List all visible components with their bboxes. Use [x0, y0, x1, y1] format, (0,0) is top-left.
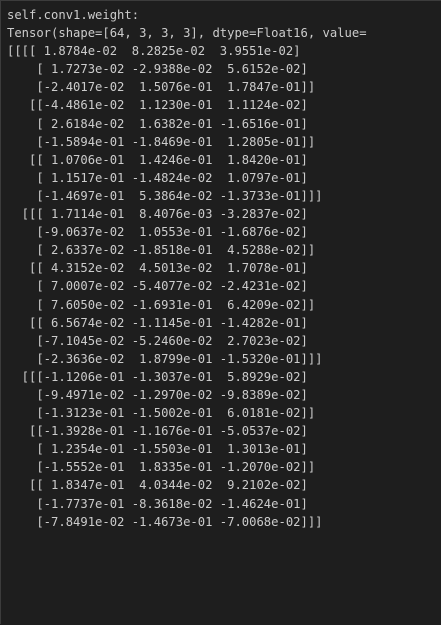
output-line: [ 7.6050e-02 -1.6931e-01 6.4209e-02]] [7, 297, 316, 312]
output-line: Tensor(shape=[64, 3, 3, 3], dtype=Float1… [7, 26, 367, 41]
output-line: [ 1.1517e-01 -1.4824e-02 1.0797e-01] [7, 170, 308, 185]
output-line: [[[-1.1206e-01 -1.3037e-01 5.8929e-02] [7, 369, 308, 384]
output-line: [ 1.7273e-02 -2.9388e-02 5.6152e-02] [7, 62, 308, 77]
output-line: [[[ 1.7114e-01 8.4076e-03 -3.2837e-02] [7, 207, 308, 222]
output-line: [[-4.4861e-02 1.1230e-01 1.1124e-02] [7, 98, 308, 113]
terminal-output[interactable]: self.conv1.weight: Tensor(shape=[64, 3, … [1, 1, 441, 625]
output-line: [-2.4017e-02 1.5076e-01 1.7847e-01]] [7, 80, 316, 95]
output-line: [[[[ 1.8784e-02 8.2825e-02 3.9551e-02] [7, 44, 301, 59]
output-line: [-1.7737e-01 -8.3618e-02 -1.4624e-01] [7, 496, 308, 511]
output-line: [-1.5552e-01 1.8335e-01 -1.2070e-02]] [7, 460, 316, 475]
output-line: [[ 4.3152e-02 4.5013e-02 1.7078e-01] [7, 261, 308, 276]
output-line: [-7.1045e-02 -5.2460e-02 2.7023e-02] [7, 333, 308, 348]
output-line: [-9.4971e-02 -1.2970e-02 -9.8389e-02] [7, 387, 308, 402]
output-line: [-1.3123e-01 -1.5002e-01 6.0181e-02]] [7, 406, 316, 421]
output-line: [ 1.2354e-01 -1.5503e-01 1.3013e-01] [7, 442, 308, 457]
output-line: [-1.5894e-01 -1.8469e-01 1.2805e-01]] [7, 134, 316, 149]
output-line: self.conv1.weight: [7, 8, 140, 22]
output-line: [-1.4697e-01 5.3864e-02 -1.3733e-01]]] [7, 188, 323, 203]
output-line: [-7.8491e-02 -1.4673e-01 -7.0068e-02]]] [7, 514, 323, 529]
output-line: [ 2.6337e-02 -1.8518e-01 4.5288e-02]] [7, 243, 316, 258]
output-line: [-9.0637e-02 1.0553e-01 -1.6876e-02] [7, 225, 308, 240]
output-line: [[ 6.5674e-02 -1.1145e-01 -1.4282e-01] [7, 315, 308, 330]
output-line: [-2.3636e-02 1.8799e-01 -1.5320e-01]]] [7, 351, 323, 366]
output-line: [[-1.3928e-01 -1.1676e-01 -5.0537e-02] [7, 424, 308, 439]
output-line: [[ 1.0706e-01 1.4246e-01 1.8420e-01] [7, 152, 308, 167]
output-line: [[ 1.8347e-01 4.0344e-02 9.2102e-02] [7, 478, 308, 493]
output-line: [ 2.6184e-02 1.6382e-01 -1.6516e-01] [7, 116, 308, 131]
output-line: [ 7.0007e-02 -5.4077e-02 -2.4231e-02] [7, 279, 308, 294]
